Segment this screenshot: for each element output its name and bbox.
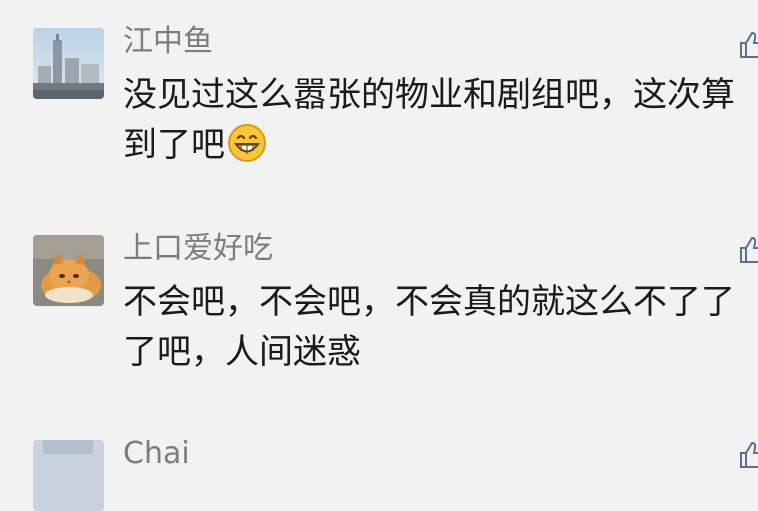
thumbs-up-icon[interactable] [738,440,758,470]
comment-text-line: 没见过这么嚣张的物业和剧组吧，这次算 [123,75,735,115]
avatar-image [33,440,104,511]
thumbs-up-icon[interactable] [738,30,758,60]
grinning-face-emoji-icon [228,124,266,162]
comment-list: { "comments": [ { "username": "江中鱼", "li… [0,0,758,511]
comment-text: 不会吧，不会吧，不会真的就这么不了了 了吧，人间迷惑 [123,277,758,377]
user-avatar[interactable] [33,440,104,511]
cat-avatar-image [33,235,104,306]
comment-username[interactable]: 上口爱好吃 [123,231,273,267]
comment-text-line: 了吧，人间迷惑 [123,332,361,372]
comment-text-line: 不会吧，不会吧，不会真的就这么不了了 [123,282,735,322]
comment-text-line-wrap: 到了吧 [123,120,758,170]
thumbs-up-icon[interactable] [738,235,758,265]
comment-username[interactable]: Chai [123,436,190,472]
city-skyline-avatar-image [33,28,104,99]
comment-text-line: 到了吧 [123,125,225,165]
comment-text: 没见过这么嚣张的物业和剧组吧，这次算 到了吧 [123,70,758,170]
user-avatar[interactable] [33,28,104,99]
user-avatar[interactable] [33,235,104,306]
comment-username[interactable]: 江中鱼 [123,24,213,60]
